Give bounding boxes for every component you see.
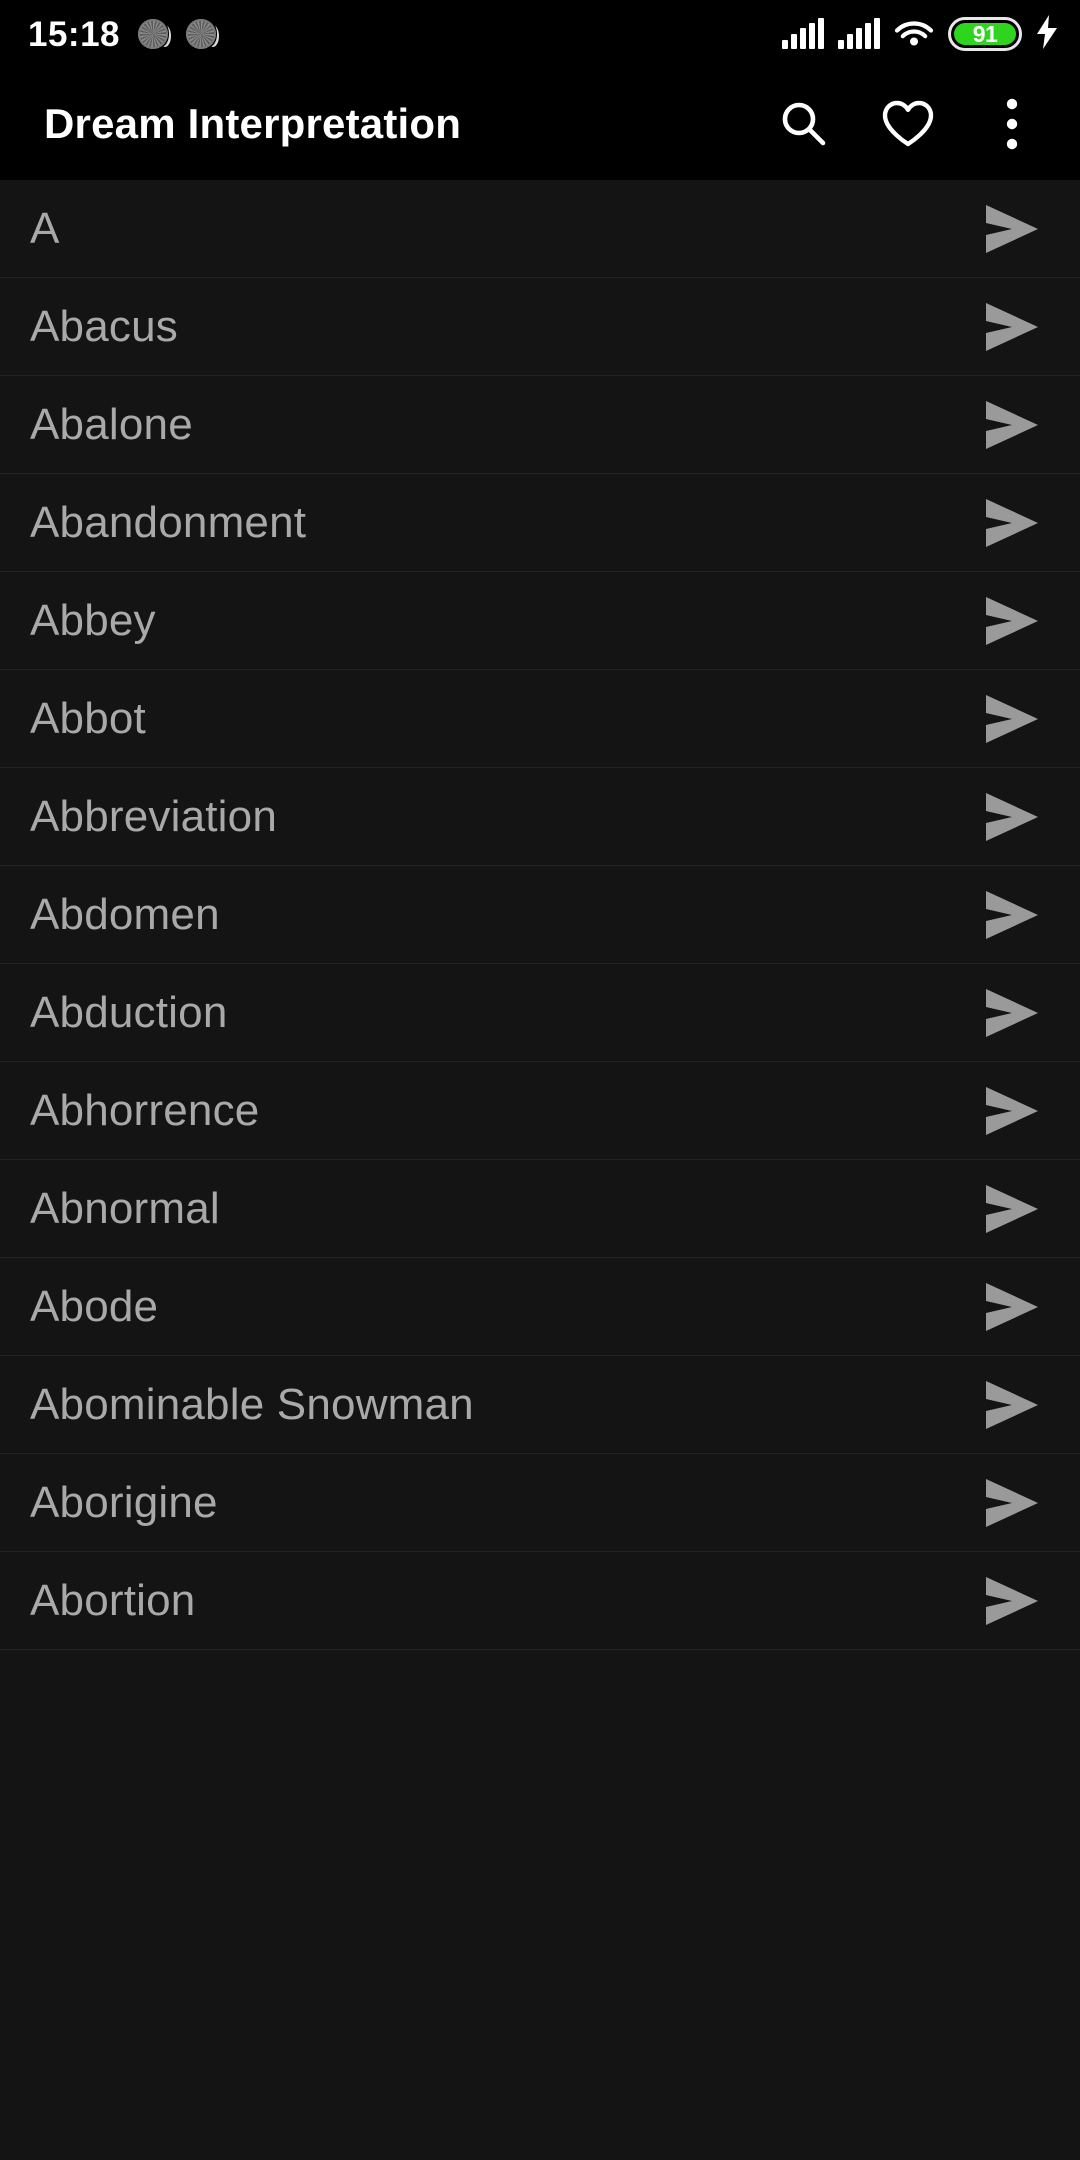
status-bar-right: 91 — [782, 14, 1058, 54]
page-title: Dream Interpretation — [44, 100, 462, 147]
list-item-label: Abortion — [30, 1575, 196, 1625]
send-arrow-icon[interactable] — [980, 981, 1044, 1045]
send-arrow-icon[interactable] — [980, 589, 1044, 653]
list-item[interactable]: Abandonment — [0, 474, 1080, 572]
list-item-label: Abdomen — [30, 889, 220, 939]
list-item-label: Abduction — [30, 987, 228, 1037]
battery-icon: 91 — [948, 17, 1022, 51]
send-arrow-icon[interactable] — [980, 491, 1044, 555]
lightning-bolt-icon — [1036, 14, 1058, 54]
list-item-label: Abandonment — [30, 497, 307, 547]
list-item[interactable]: Aborigine — [0, 1454, 1080, 1552]
list-item[interactable]: Abbot — [0, 670, 1080, 768]
more-vertical-icon — [1004, 97, 1020, 151]
app-bar-actions — [752, 72, 1064, 176]
favorites-button[interactable] — [856, 72, 960, 176]
list-item-label: Aborigine — [30, 1477, 218, 1527]
list-item-label: Abbreviation — [30, 791, 277, 841]
dream-word-list[interactable]: A Abacus Abalone Abandonment Abbey Abbot… — [0, 180, 1080, 2160]
list-item[interactable]: Abacus — [0, 278, 1080, 376]
send-arrow-icon[interactable] — [980, 197, 1044, 261]
list-item[interactable]: Abbey — [0, 572, 1080, 670]
signal-bars-icon — [838, 18, 880, 49]
app-screen: 15:18 91 Dream Interpretation A Abacus A… — [0, 0, 1080, 2160]
wifi-icon — [894, 16, 934, 53]
status-bar-left: 15:18 — [28, 14, 217, 54]
list-item-label: Abode — [30, 1281, 159, 1331]
search-icon — [778, 98, 830, 150]
list-item-label: Abbot — [30, 693, 146, 743]
list-item-label: Abalone — [30, 399, 193, 449]
status-bar-clock: 15:18 — [28, 14, 121, 54]
notification-dot-icon — [186, 19, 217, 49]
search-button[interactable] — [752, 72, 856, 176]
list-item[interactable]: Abhorrence — [0, 1062, 1080, 1160]
send-arrow-icon[interactable] — [980, 1373, 1044, 1437]
list-item[interactable]: Abominable Snowman — [0, 1356, 1080, 1454]
notification-dot-icon — [138, 19, 169, 49]
list-item[interactable]: Abnormal — [0, 1160, 1080, 1258]
list-item[interactable]: Abalone — [0, 376, 1080, 474]
status-bar: 15:18 91 — [0, 0, 1080, 68]
send-arrow-icon[interactable] — [980, 1275, 1044, 1339]
signal-bars-icon — [782, 18, 824, 49]
list-item-label: Abnormal — [30, 1183, 220, 1233]
list-item[interactable]: Abortion — [0, 1552, 1080, 1650]
list-item[interactable]: Abdomen — [0, 866, 1080, 964]
list-item[interactable]: A — [0, 180, 1080, 278]
send-arrow-icon[interactable] — [980, 1569, 1044, 1633]
list-item-label: Abhorrence — [30, 1085, 260, 1135]
list-item-label: Abacus — [30, 301, 178, 351]
send-arrow-icon[interactable] — [980, 393, 1044, 457]
list-item-label: Abominable Snowman — [30, 1379, 474, 1429]
app-bar: Dream Interpretation — [0, 68, 1080, 180]
list-item[interactable]: Abode — [0, 1258, 1080, 1356]
list-item[interactable]: Abduction — [0, 964, 1080, 1062]
list-item-label: Abbey — [30, 595, 156, 645]
overflow-button[interactable] — [960, 72, 1064, 176]
send-arrow-icon[interactable] — [980, 1079, 1044, 1143]
list-item-label: A — [30, 203, 60, 253]
heart-outline-icon — [881, 99, 935, 149]
send-arrow-icon[interactable] — [980, 295, 1044, 359]
send-arrow-icon[interactable] — [980, 883, 1044, 947]
send-arrow-icon[interactable] — [980, 1177, 1044, 1241]
battery-level: 91 — [972, 20, 998, 47]
send-arrow-icon[interactable] — [980, 785, 1044, 849]
list-item[interactable]: Abbreviation — [0, 768, 1080, 866]
send-arrow-icon[interactable] — [980, 687, 1044, 751]
send-arrow-icon[interactable] — [980, 1471, 1044, 1535]
